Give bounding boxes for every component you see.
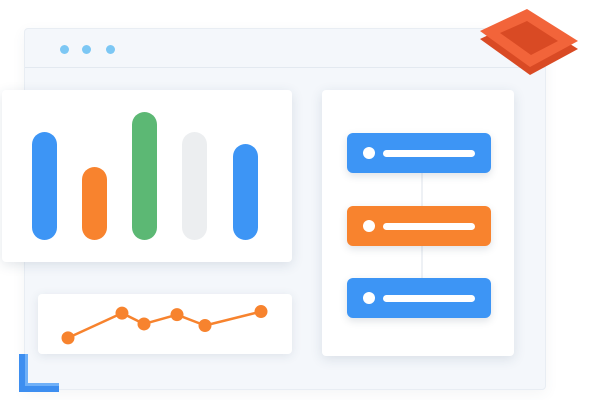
corner-bracket-decoration xyxy=(19,354,59,392)
